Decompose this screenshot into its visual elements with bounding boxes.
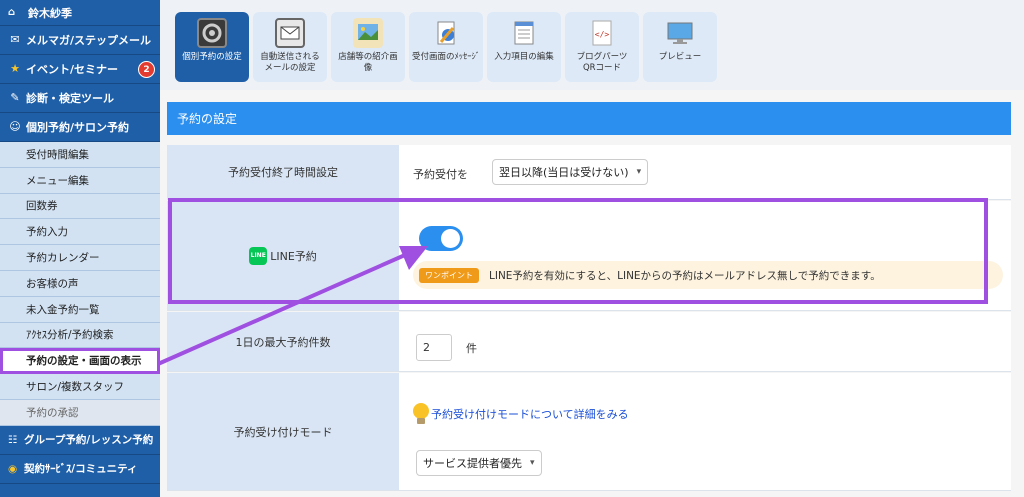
mail-icon: ✉: [10, 33, 20, 46]
input-value: 2: [423, 341, 430, 354]
tab-blog-parts-qr[interactable]: </> ブログパーツ QRコード: [565, 12, 639, 82]
submenu-item[interactable]: 予約カレンダー: [0, 245, 160, 271]
submenu-item[interactable]: 予約の承認: [0, 399, 160, 426]
deadline-select[interactable]: 翌日以降(当日は受けない) ▾: [492, 159, 649, 185]
tools-icon: ✎: [10, 91, 20, 104]
tab-input-fields[interactable]: 入力項目の編集: [487, 12, 561, 82]
deadline-prefix: 予約受付を: [413, 168, 468, 181]
tab-label: 個別予約の設定: [182, 52, 242, 62]
submenu-item[interactable]: お客様の声: [0, 270, 160, 297]
tab-label: 受付画面のﾒｯｾｰｼﾞ: [411, 52, 480, 62]
submenu-label: 受付時間編集: [26, 148, 89, 161]
tab-label: 店舗等の紹介画 像: [338, 52, 398, 73]
tab-label: 入力項目の編集: [494, 52, 554, 62]
select-value: サービス提供者優先: [423, 457, 522, 470]
svg-text:</>: </>: [595, 30, 610, 39]
submenu-item[interactable]: メニュー編集: [0, 167, 160, 194]
sidebar-item-label: 診断・検定ツール: [26, 92, 114, 105]
submenu-item-booking-settings[interactable]: 予約の設定・画面の表示: [0, 348, 160, 375]
submenu-label: 未入金予約一覧: [26, 303, 100, 316]
sidebar-item-contract[interactable]: ◉ 契約ｻｰﾋﾞｽ/コミュニティ: [0, 455, 160, 484]
section-title-bar: 予約の設定: [167, 102, 1011, 135]
chevron-down-icon: ▾: [636, 167, 642, 177]
submenu-item[interactable]: 受付時間編集: [0, 142, 160, 168]
chevron-down-icon: ▾: [530, 458, 535, 468]
mode-help-link[interactable]: 予約受け付けモードについて詳細をみる: [413, 403, 629, 425]
palette-image-icon: [353, 18, 383, 48]
tab-individual-booking-settings[interactable]: 個別予約の設定: [175, 12, 249, 82]
sidebar-item-label: グループ予約/レッスン予約: [24, 434, 154, 447]
submenu-label: お客様の声: [26, 277, 79, 290]
mail-robot-icon: [275, 18, 305, 48]
sidebar-item-diagnosis[interactable]: ✎ 診断・検定ツール: [0, 84, 160, 113]
sidebar-item-label: 契約ｻｰﾋﾞｽ/コミュニティ: [24, 463, 138, 476]
user-name: 鈴木紗季: [28, 6, 72, 20]
sidebar-item-label: メルマガ/ステップメール: [26, 34, 152, 47]
sidebar-user[interactable]: ⌂ 鈴木紗季: [0, 0, 160, 26]
sidebar-item-mailmag[interactable]: ✉ メルマガ/ステップメール: [0, 26, 160, 55]
mode-select[interactable]: サービス提供者優先 ▾: [416, 450, 542, 476]
submenu-item[interactable]: 回数券: [0, 193, 160, 220]
submenu-label: サロン/複数スタッフ: [26, 381, 125, 394]
tab-auto-mail-settings[interactable]: 自動送信される メールの設定: [253, 12, 327, 82]
document-pen-icon: [431, 18, 461, 48]
sidebar-item-label: 個別予約/サロン予約: [26, 121, 130, 134]
notification-badge: 2: [138, 61, 155, 78]
setting-value: 2 件: [167, 312, 1011, 371]
submenu-label: 回数券: [26, 200, 58, 213]
tab-preview[interactable]: プレビュー: [643, 12, 717, 82]
setting-row-mode: 予約受け付けモード 予約受け付けモードについて詳細をみる サービス提供者優先 ▾: [167, 373, 1011, 491]
section-title: 予約の設定: [177, 112, 238, 126]
person-icon: ☺: [9, 120, 21, 133]
group-icon: ☷: [8, 433, 18, 446]
monitor-icon: [665, 18, 695, 48]
star-icon: ★: [10, 62, 20, 75]
tab-label: プレビュー: [658, 52, 702, 62]
max-per-day-input[interactable]: 2: [416, 334, 452, 361]
setting-label: 予約受付終了時間設定: [167, 145, 399, 199]
annotation-highlight-box: [168, 198, 988, 304]
sidebar-item-event[interactable]: ★ イベント/セミナー 2: [0, 55, 160, 84]
setting-label-text: 予約受付終了時間設定: [228, 166, 338, 179]
unit-label: 件: [466, 342, 477, 355]
submenu-label: ｱｸｾｽ分析/予約検索: [26, 329, 114, 342]
tab-label: ブログパーツ QRコード: [576, 52, 628, 73]
sidebar-item-label: イベント/セミナー: [26, 63, 119, 76]
tab-store-images[interactable]: 店舗等の紹介画 像: [331, 12, 405, 82]
setting-value: 予約受け付けモードについて詳細をみる サービス提供者優先 ▾: [167, 373, 1011, 490]
code-file-icon: </>: [587, 18, 617, 48]
sidebar-item-individual-booking[interactable]: ☺ 個別予約/サロン予約: [0, 113, 160, 142]
submenu-label: 予約入力: [26, 226, 68, 239]
select-value: 翌日以降(当日は受けない): [499, 166, 629, 179]
setting-row-deadline: 予約受付終了時間設定 予約受付を 翌日以降(当日は受けない) ▾: [167, 145, 1011, 200]
notepad-icon: [509, 18, 539, 48]
gear-safe-icon: [197, 18, 227, 48]
setting-row-max-per-day: 1日の最大予約件数 2 件: [167, 312, 1011, 372]
home-icon: ⌂: [8, 7, 16, 18]
tab-reception-message[interactable]: 受付画面のﾒｯｾｰｼﾞ: [409, 12, 483, 82]
submenu-label: メニュー編集: [26, 174, 89, 187]
submenu-item[interactable]: 未入金予約一覧: [0, 296, 160, 323]
submenu-item[interactable]: ｱｸｾｽ分析/予約検索: [0, 322, 160, 349]
contract-icon: ◉: [8, 462, 18, 475]
tab-label: 自動送信される メールの設定: [260, 52, 320, 73]
sidebar-item-group-booking[interactable]: ☷ グループ予約/レッスン予約: [0, 426, 160, 455]
link-text: 予約受け付けモードについて詳細をみる: [431, 408, 629, 421]
lightbulb-icon: [413, 403, 429, 425]
sidebar-submenu: 受付時間編集 メニュー編集 回数券 予約入力 予約カレンダー お客様の声 未入金…: [0, 142, 160, 426]
submenu-item[interactable]: サロン/複数スタッフ: [0, 374, 160, 400]
settings-toolbar: 個別予約の設定 自動送信される メールの設定 店舗等の紹介画 像 受付画面のﾒｯ…: [167, 6, 1024, 82]
submenu-label: 予約の承認: [26, 406, 79, 419]
submenu-label: 予約カレンダー: [26, 252, 100, 265]
setting-value: 予約受付を 翌日以降(当日は受けない) ▾: [399, 145, 1011, 199]
sidebar: ⌂ 鈴木紗季 ✉ メルマガ/ステップメール ★ イベント/セミナー 2 ✎ 診断…: [0, 0, 160, 497]
submenu-item[interactable]: 予約入力: [0, 219, 160, 246]
submenu-label: 予約の設定・画面の表示: [26, 355, 142, 368]
